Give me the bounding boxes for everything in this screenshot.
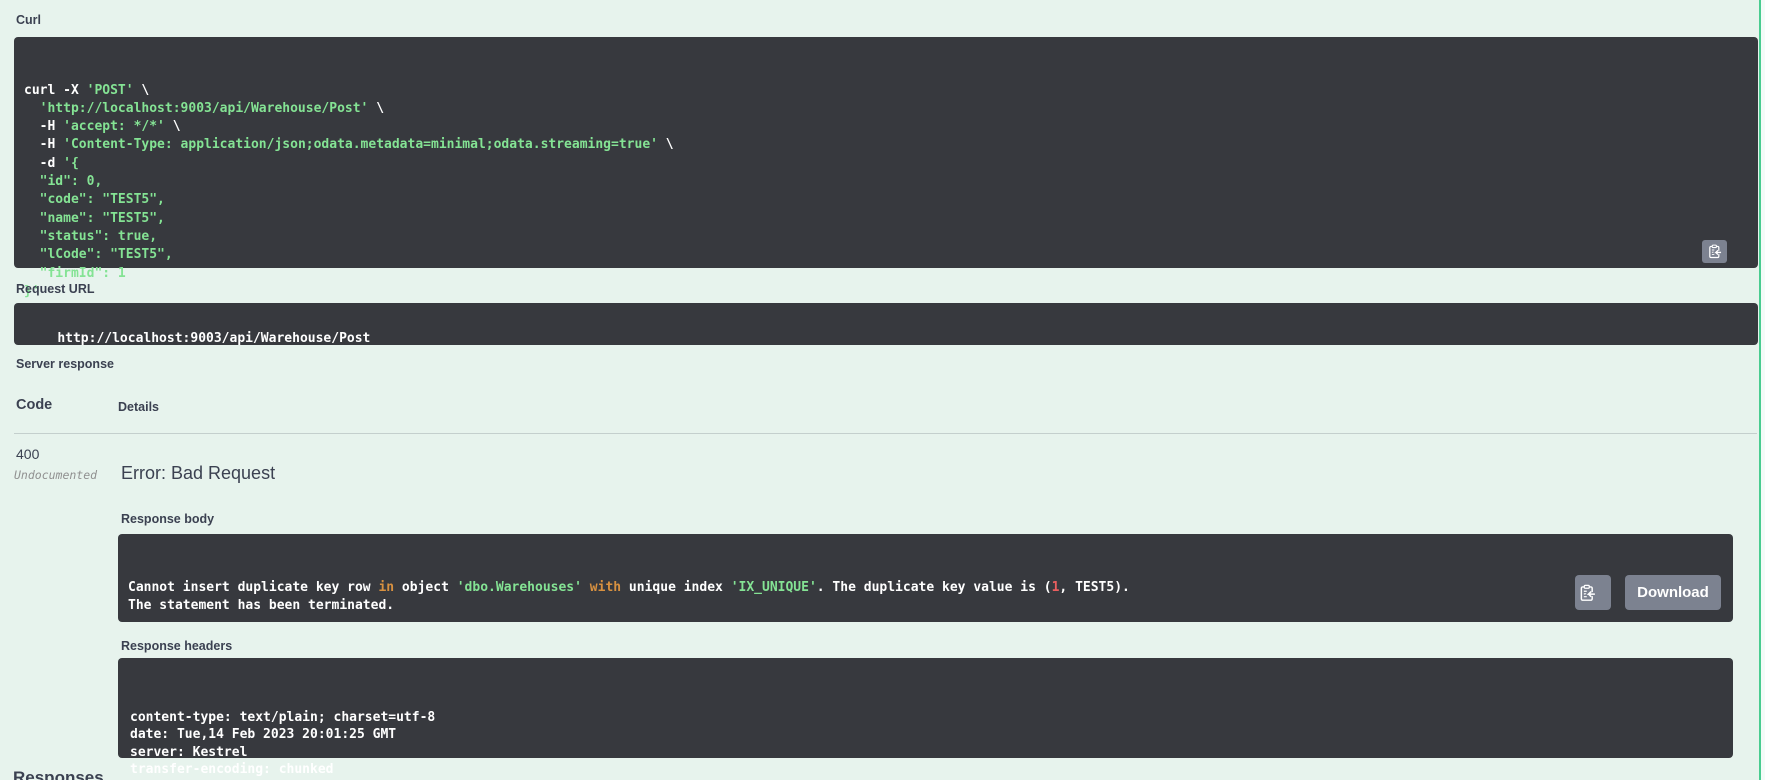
response-error-description: Error: Bad Request — [121, 463, 276, 483]
response-headers-label: Response headers — [121, 639, 233, 653]
download-button[interactable]: Download — [1625, 575, 1721, 610]
server-response-label: Server response — [16, 357, 114, 371]
response-table-details-header: Details — [118, 400, 159, 414]
response-body-block: Cannot insert duplicate key row in objec… — [118, 534, 1733, 622]
request-url-label: Request URL — [16, 282, 95, 296]
page-right-strip — [1761, 0, 1765, 780]
response-headers-block: content-type: text/plain; charset=utf-8 d… — [118, 658, 1733, 777]
responses-section-heading: Responses — [13, 768, 104, 780]
response-table-code-header: Code — [16, 397, 53, 413]
response-status-code: 400 — [16, 446, 40, 462]
response-body-copy-button[interactable] — [1575, 575, 1611, 610]
request-url-value: http://localhost:9003/api/Warehouse/Post — [57, 331, 371, 346]
swagger-post-operation-panel: Curl curl -X 'POST' \ 'http://localhost:… — [0, 0, 1765, 780]
response-body-label: Response body — [121, 512, 215, 526]
clipboard-copy-icon — [1578, 554, 1608, 632]
curl-code-block: curl -X 'POST' \ 'http://localhost:9003/… — [14, 37, 1758, 299]
curl-section-label: Curl — [16, 13, 41, 27]
response-undocumented-label: Undocumented — [14, 468, 98, 482]
request-url-block: http://localhost:9003/api/Warehouse/Post — [14, 303, 1758, 346]
clipboard-copy-icon — [1707, 244, 1722, 259]
response-table-divider — [14, 433, 1757, 434]
response-body-text: Cannot insert duplicate key row in objec… — [128, 580, 1130, 613]
curl-copy-button[interactable] — [1702, 240, 1727, 263]
